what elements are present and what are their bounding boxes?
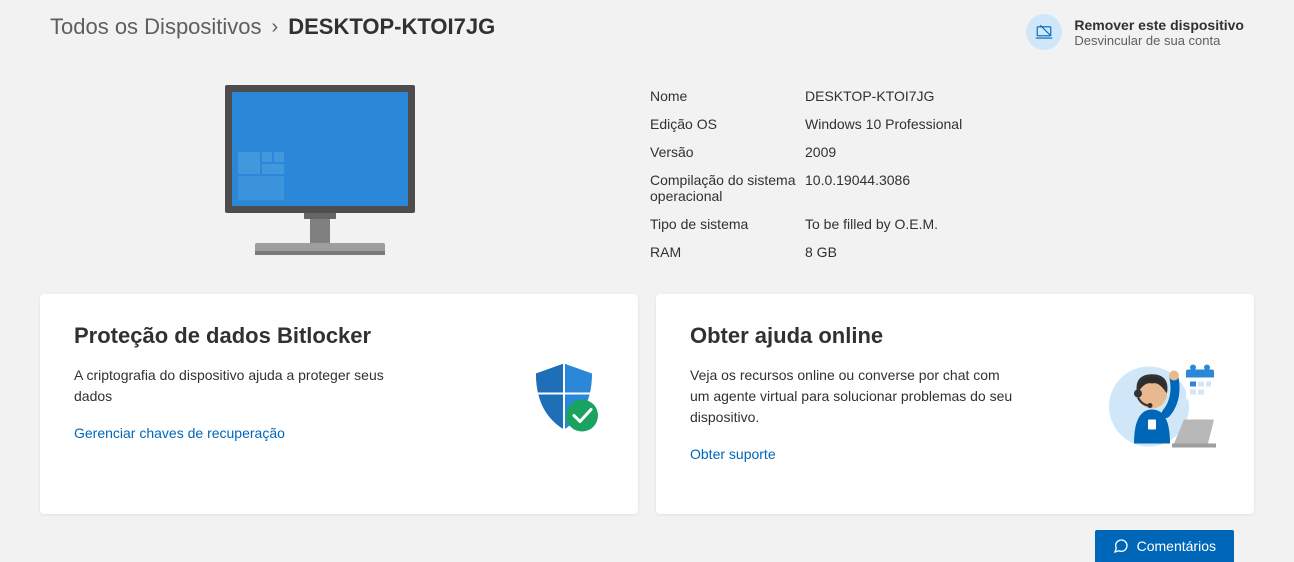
help-card-desc: Veja os recursos online ou converse por … <box>690 365 1020 428</box>
spec-label: RAM <box>650 244 805 260</box>
remove-device-text: Remover este dispositivo Desvincular de … <box>1074 17 1244 48</box>
support-agent-illustration <box>1104 352 1224 457</box>
remove-device-button[interactable]: Remover este dispositivo Desvincular de … <box>1026 14 1244 50</box>
spec-label: Compilação do sistema operacional <box>650 172 805 204</box>
bitlocker-card: Proteção de dados Bitlocker A criptograf… <box>40 294 638 514</box>
chat-icon <box>1113 538 1129 554</box>
spec-label: Versão <box>650 144 805 160</box>
spec-value: 8 GB <box>805 244 837 260</box>
chevron-right-icon: › <box>272 16 279 39</box>
bitlocker-card-title: Proteção de dados Bitlocker <box>74 322 404 351</box>
spec-row: RAM 8 GB <box>650 238 1244 266</box>
help-card-title: Obter ajuda online <box>690 322 1020 351</box>
spec-row: Tipo de sistema To be filled by O.E.M. <box>650 210 1244 238</box>
breadcrumb-parent-link[interactable]: Todos os Dispositivos <box>50 14 262 40</box>
feedback-button[interactable]: Comentários <box>1095 530 1234 562</box>
laptop-remove-icon <box>1026 14 1062 50</box>
spec-label: Nome <box>650 88 805 104</box>
spec-row: Nome DESKTOP-KTOI7JG <box>650 82 1244 110</box>
help-get-support-link[interactable]: Obter suporte <box>690 446 776 462</box>
remove-device-subtitle: Desvincular de sua conta <box>1074 33 1244 48</box>
help-card: Obter ajuda online Veja os recursos onli… <box>656 294 1254 514</box>
spec-row: Compilação do sistema operacional 10.0.1… <box>650 166 1244 210</box>
breadcrumb: Todos os Dispositivos › DESKTOP-KTOI7JG <box>50 14 495 40</box>
feedback-label: Comentários <box>1137 538 1216 554</box>
spec-value: 10.0.19044.3086 <box>805 172 910 204</box>
spec-row: Edição OS Windows 10 Professional <box>650 110 1244 138</box>
spec-row: Versão 2009 <box>650 138 1244 166</box>
spec-value: To be filled by O.E.M. <box>805 216 938 232</box>
spec-value: Windows 10 Professional <box>805 116 962 132</box>
bitlocker-manage-keys-link[interactable]: Gerenciar chaves de recuperação <box>74 425 285 441</box>
device-image <box>50 80 590 270</box>
spec-label: Edição OS <box>650 116 805 132</box>
breadcrumb-current: DESKTOP-KTOI7JG <box>288 14 495 40</box>
spec-value: DESKTOP-KTOI7JG <box>805 88 934 104</box>
spec-label: Tipo de sistema <box>650 216 805 232</box>
remove-device-title: Remover este dispositivo <box>1074 17 1244 33</box>
device-specs-table: Nome DESKTOP-KTOI7JG Edição OS Windows 1… <box>650 80 1244 270</box>
spec-value: 2009 <box>805 144 836 160</box>
shield-check-icon <box>520 358 608 451</box>
bitlocker-card-desc: A criptografia do dispositivo ajuda a pr… <box>74 365 404 407</box>
